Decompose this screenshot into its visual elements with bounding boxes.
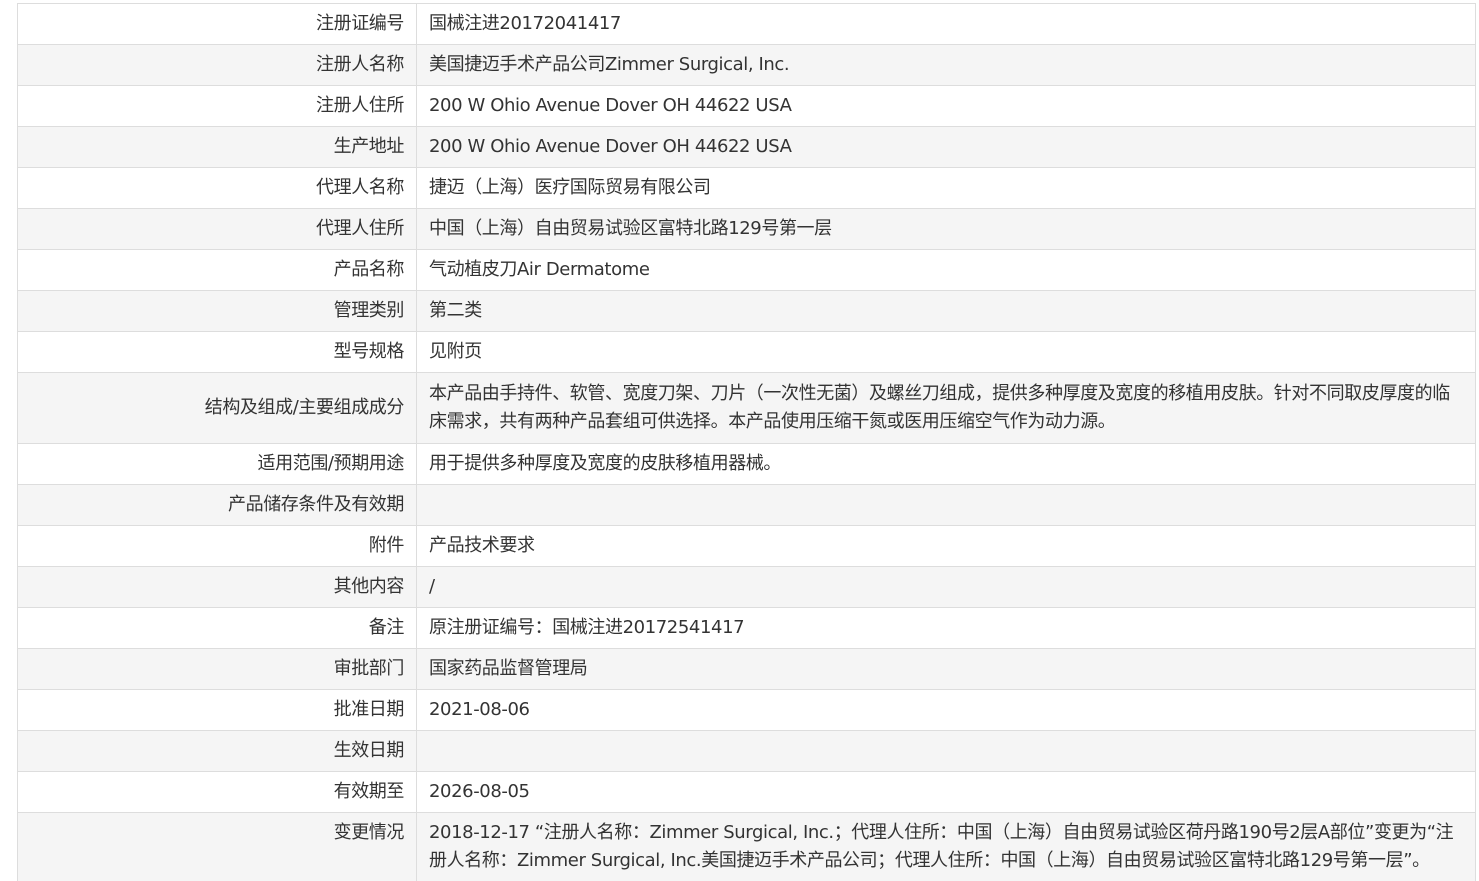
- registration-detail-table: 注册证编号 国械注进20172041417 注册人名称 美国捷迈手术产品公司Zi…: [17, 3, 1476, 881]
- field-value: 200 W Ohio Avenue Dover OH 44622 USA: [416, 85, 1476, 127]
- table-row: 适用范围/预期用途 用于提供多种厚度及宽度的皮肤移植用器械。: [17, 443, 1476, 485]
- field-value: 国家药品监督管理局: [416, 648, 1476, 690]
- table-row: 变更情况 2018-12-17 “注册人名称：Zimmer Surgical, …: [17, 812, 1476, 881]
- table-row: 代理人名称 捷迈（上海）医疗国际贸易有限公司: [17, 167, 1476, 209]
- field-value: /: [416, 566, 1476, 608]
- table-row: 注册人名称 美国捷迈手术产品公司Zimmer Surgical, Inc.: [17, 44, 1476, 86]
- field-value: [416, 730, 1476, 772]
- field-label: 注册人住所: [17, 85, 417, 127]
- field-label: 审批部门: [17, 648, 417, 690]
- table-row: 批准日期 2021-08-06: [17, 689, 1476, 731]
- field-label: 注册证编号: [17, 3, 417, 45]
- field-label: 管理类别: [17, 290, 417, 332]
- table-row: 代理人住所 中国（上海）自由贸易试验区富特北路129号第一层: [17, 208, 1476, 250]
- field-label: 附件: [17, 525, 417, 567]
- field-value: 中国（上海）自由贸易试验区富特北路129号第一层: [416, 208, 1476, 250]
- field-value: 2026-08-05: [416, 771, 1476, 813]
- table-row: 型号规格 见附页: [17, 331, 1476, 373]
- table-row: 产品名称 气动植皮刀Air Dermatome: [17, 249, 1476, 291]
- table-row: 注册证编号 国械注进20172041417: [17, 3, 1476, 45]
- field-label: 生效日期: [17, 730, 417, 772]
- field-label: 有效期至: [17, 771, 417, 813]
- field-label: 结构及组成/主要组成成分: [17, 372, 417, 444]
- field-value: 2021-08-06: [416, 689, 1476, 731]
- field-label: 产品储存条件及有效期: [17, 484, 417, 526]
- field-label: 备注: [17, 607, 417, 649]
- field-value: 本产品由手持件、软管、宽度刀架、刀片（一次性无菌）及螺丝刀组成，提供多种厚度及宽…: [416, 372, 1476, 444]
- field-value: 捷迈（上海）医疗国际贸易有限公司: [416, 167, 1476, 209]
- field-value: 原注册证编号：国械注进20172541417: [416, 607, 1476, 649]
- field-value: [416, 484, 1476, 526]
- field-value: 2018-12-17 “注册人名称：Zimmer Surgical, Inc.；…: [416, 812, 1476, 881]
- field-label: 生产地址: [17, 126, 417, 168]
- field-value: 国械注进20172041417: [416, 3, 1476, 45]
- table-row: 其他内容 /: [17, 566, 1476, 608]
- field-value: 第二类: [416, 290, 1476, 332]
- table-row: 备注 原注册证编号：国械注进20172541417: [17, 607, 1476, 649]
- field-label: 注册人名称: [17, 44, 417, 86]
- field-label: 其他内容: [17, 566, 417, 608]
- page-viewport: 注册证编号 国械注进20172041417 注册人名称 美国捷迈手术产品公司Zi…: [0, 0, 1479, 881]
- table-row: 审批部门 国家药品监督管理局: [17, 648, 1476, 690]
- field-label: 适用范围/预期用途: [17, 443, 417, 485]
- table-row: 注册人住所 200 W Ohio Avenue Dover OH 44622 U…: [17, 85, 1476, 127]
- field-value: 见附页: [416, 331, 1476, 373]
- field-value: 200 W Ohio Avenue Dover OH 44622 USA: [416, 126, 1476, 168]
- table-row: 有效期至 2026-08-05: [17, 771, 1476, 813]
- field-value: 气动植皮刀Air Dermatome: [416, 249, 1476, 291]
- field-value: 美国捷迈手术产品公司Zimmer Surgical, Inc.: [416, 44, 1476, 86]
- field-value: 用于提供多种厚度及宽度的皮肤移植用器械。: [416, 443, 1476, 485]
- table-row: 生效日期: [17, 730, 1476, 772]
- table-row: 生产地址 200 W Ohio Avenue Dover OH 44622 US…: [17, 126, 1476, 168]
- field-label: 产品名称: [17, 249, 417, 291]
- field-label: 型号规格: [17, 331, 417, 373]
- field-label: 变更情况: [17, 812, 417, 881]
- field-label: 批准日期: [17, 689, 417, 731]
- field-label: 代理人住所: [17, 208, 417, 250]
- table-row: 附件 产品技术要求: [17, 525, 1476, 567]
- table-row: 结构及组成/主要组成成分 本产品由手持件、软管、宽度刀架、刀片（一次性无菌）及螺…: [17, 372, 1476, 444]
- field-value: 产品技术要求: [416, 525, 1476, 567]
- table-row: 管理类别 第二类: [17, 290, 1476, 332]
- table-row: 产品储存条件及有效期: [17, 484, 1476, 526]
- registration-detail-panel: 注册证编号 国械注进20172041417 注册人名称 美国捷迈手术产品公司Zi…: [17, 3, 1476, 881]
- field-label: 代理人名称: [17, 167, 417, 209]
